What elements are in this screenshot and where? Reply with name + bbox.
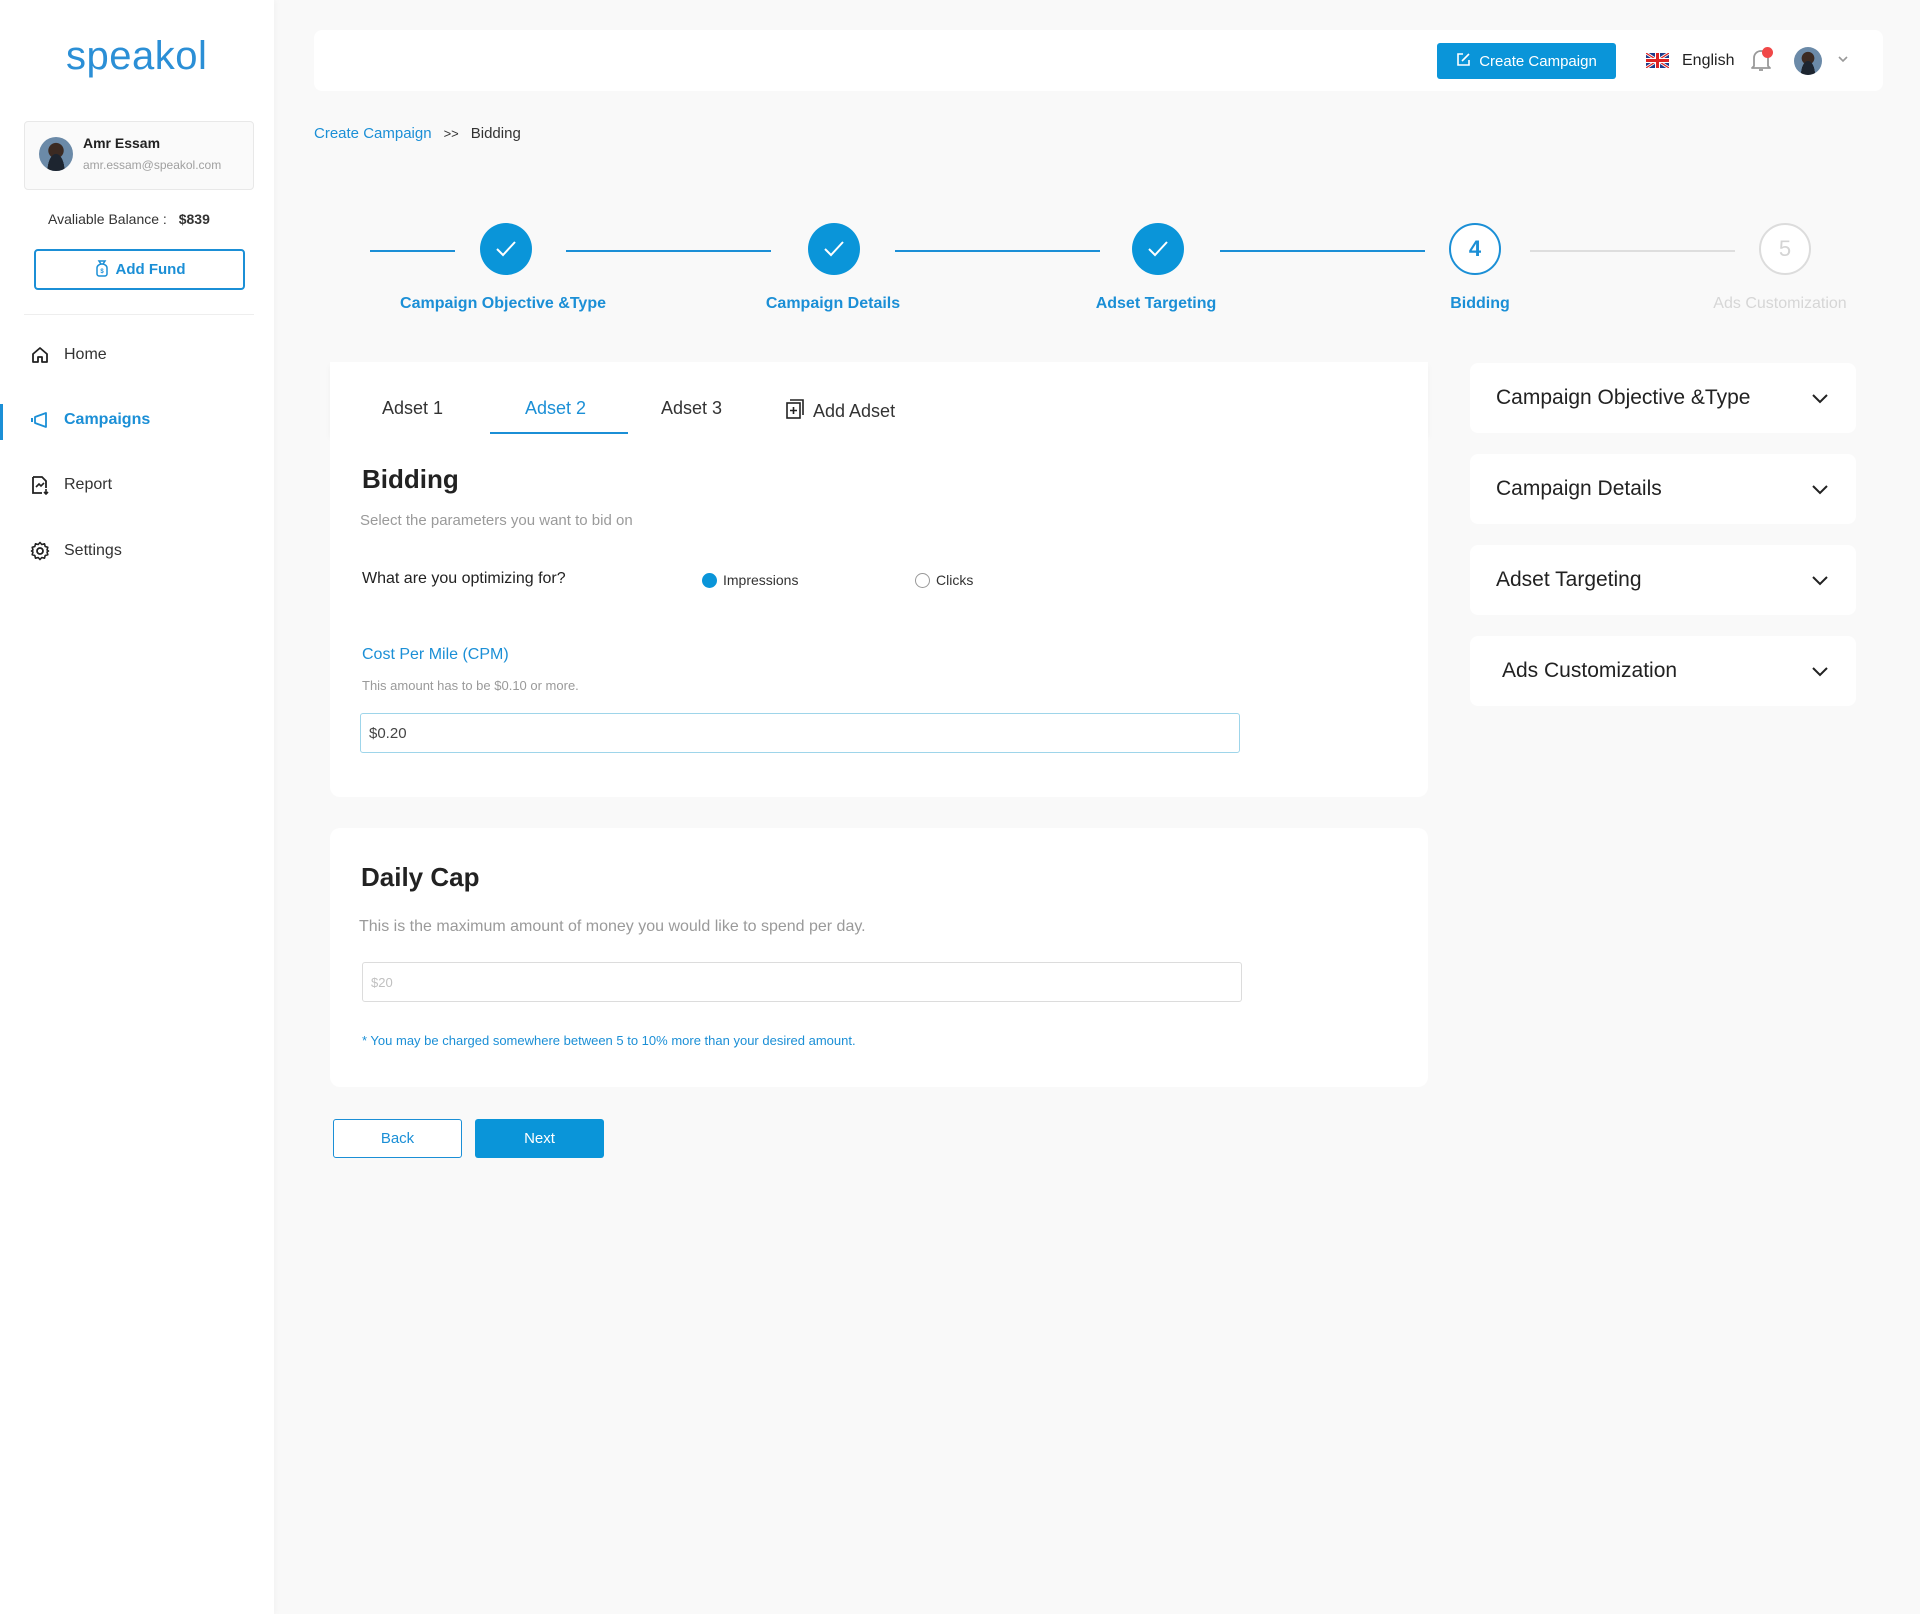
chevron-down-icon [1812,667,1828,677]
gear-icon [30,541,50,561]
active-nav-indicator [0,404,3,440]
accordion-title: Campaign Objective &Type [1496,386,1751,409]
tab-adset-2[interactable]: Adset 2 [525,398,586,419]
bidding-title: Bidding [362,464,459,494]
add-fund-button[interactable]: $ Add Fund [34,249,245,290]
header-avatar[interactable] [1794,47,1822,75]
bidding-card: Bidding Select the parameters you want t… [330,434,1428,797]
step-3-label: Adset Targeting [1095,295,1217,312]
next-button[interactable]: Next [475,1119,604,1158]
radio-unchecked-icon[interactable] [915,572,930,588]
sidebar-item-label: Report [64,476,113,493]
accordion-title: Ads Customization [1502,659,1678,682]
radio-label: Clicks [936,572,974,588]
notification-badge [1762,47,1773,58]
accordion-adset-targeting[interactable]: Adset Targeting [1470,545,1856,615]
radio-impressions[interactable]: Impressions [702,572,798,588]
breadcrumb-separator: >> [443,126,459,141]
accordion-campaign-details[interactable]: Campaign Details [1470,454,1856,524]
chevron-down-icon [1812,485,1828,495]
add-copy-icon [785,398,805,425]
check-icon [1148,241,1168,257]
step-4-label: Bidding [1450,295,1510,312]
accordion-campaign-objective[interactable]: Campaign Objective &Type [1470,363,1856,433]
user-avatar [39,137,73,171]
step-1-label: Campaign Objective &Type [400,295,606,312]
sidebar-item-home[interactable]: Home [30,345,107,365]
cpm-label: Cost Per Mile (CPM) [362,646,509,663]
cpm-hint: This amount has to be $0.10 or more. [362,678,579,693]
radio-checked-icon[interactable] [702,572,717,588]
check-icon [824,241,844,257]
tab-adset-1[interactable]: Adset 1 [382,398,443,419]
money-bag-icon: $ [94,259,110,281]
step-connector [1530,250,1735,252]
sidebar-item-campaigns[interactable]: Campaigns [30,410,150,430]
check-icon [496,241,516,257]
step-1-circle[interactable] [480,223,532,275]
chevron-down-icon [1812,576,1828,586]
create-campaign-button[interactable]: Create Campaign [1437,43,1616,79]
step-connector [895,250,1100,252]
daily-cap-title: Daily Cap [361,862,480,892]
svg-text:$: $ [100,269,104,275]
cpm-input[interactable] [360,713,1240,753]
available-balance: Avaliable Balance : $839 [48,211,210,227]
step-2-label: Campaign Details [765,295,901,312]
home-icon [30,345,50,365]
language-selector[interactable]: English [1682,52,1734,70]
edit-icon [1456,52,1471,71]
add-adset-button[interactable]: Add Adset [785,398,895,425]
daily-cap-input[interactable] [362,962,1242,1002]
breadcrumb-current: Bidding [470,125,521,142]
tab-adset-3[interactable]: Adset 3 [661,398,722,419]
accordion-title: Adset Targeting [1496,568,1642,591]
create-campaign-label: Create Campaign [1479,52,1597,70]
user-card: Amr Essam amr.essam@speakol.com [24,121,254,190]
sidebar-item-report[interactable]: Report [30,475,112,495]
speakol-logo[interactable]: speakol [66,34,207,79]
accordion-title: Campaign Details [1496,477,1662,500]
user-name: Amr Essam [83,135,161,151]
breadcrumb-create-campaign[interactable]: Create Campaign [314,125,432,142]
accordion-ads-customization[interactable]: Ads Customization [1470,636,1856,706]
step-3-circle[interactable] [1132,223,1184,275]
adset-tabs: Adset 1 Adset 2 Adset 3 Add Adset [330,362,1428,435]
radio-label: Impressions [723,572,799,588]
step-5-circle[interactable]: 5 [1759,223,1811,275]
megaphone-icon [30,410,50,430]
step-2-circle[interactable] [808,223,860,275]
sidebar-item-label: Settings [64,542,122,559]
uk-flag-icon[interactable] [1645,51,1670,70]
optimization-question: What are you optimizing for? [362,570,566,587]
sidebar-item-settings[interactable]: Settings [30,541,122,561]
sidebar-item-label: Campaigns [64,411,151,428]
daily-cap-description: This is the maximum amount of money you … [359,918,866,935]
add-adset-label: Add Adset [813,401,896,421]
step-4-circle[interactable]: 4 [1449,223,1501,275]
step-connector [566,250,771,252]
step-5-label: Ads Customization [1713,295,1847,312]
add-fund-label: Add Fund [115,261,186,278]
breadcrumb: Create Campaign >> Bidding [314,125,521,142]
sidebar: speakol Amr Essam amr.essam@speakol.com … [0,0,274,1614]
daily-cap-card: Daily Cap This is the maximum amount of … [330,828,1428,1087]
chevron-down-icon [1812,394,1828,404]
daily-cap-note: * You may be charged somewhere between 5… [362,1033,856,1048]
step-connector [1220,250,1425,252]
radio-clicks[interactable]: Clicks [915,572,973,588]
balance-label: Avaliable Balance : [48,211,167,227]
user-email: amr.essam@speakol.com [83,158,222,172]
balance-value: $839 [178,211,210,227]
chevron-down-icon[interactable] [1836,52,1850,66]
bidding-subtitle: Select the parameters you want to bid on [360,512,633,529]
step-connector [370,250,455,252]
sidebar-divider [24,314,254,315]
report-icon [30,475,50,495]
back-button[interactable]: Back [333,1119,462,1158]
sidebar-item-label: Home [64,346,107,363]
